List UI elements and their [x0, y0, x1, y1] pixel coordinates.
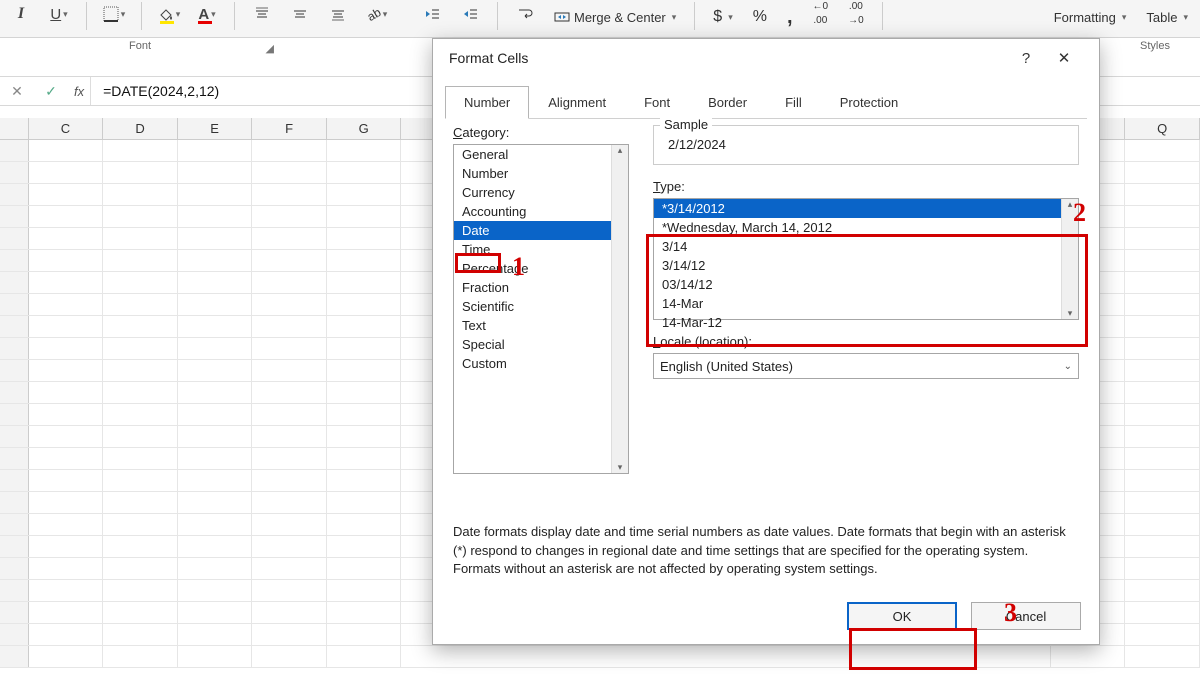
font-group-label: Font	[129, 40, 151, 52]
tab-protection[interactable]: Protection	[821, 86, 918, 119]
percent-button[interactable]: %	[747, 2, 773, 32]
category-item[interactable]: Custom	[454, 354, 628, 373]
align-middle-button[interactable]	[285, 2, 315, 26]
type-item[interactable]: 03/14/12	[654, 275, 1078, 294]
category-item[interactable]: Text	[454, 316, 628, 335]
conditional-formatting-button[interactable]: Formatting▾	[1048, 2, 1133, 32]
scrollbar[interactable]: ▴▾	[611, 145, 628, 473]
tab-font[interactable]: Font	[625, 86, 689, 119]
format-as-table-button[interactable]: Table▾	[1140, 2, 1194, 32]
underline-button[interactable]: U▾	[44, 2, 74, 26]
scroll-up-icon[interactable]: ▴	[1068, 199, 1073, 210]
accounting-format-button[interactable]: $▾	[707, 2, 738, 32]
merge-center-button[interactable]: Merge & Center▾	[548, 2, 682, 32]
category-item[interactable]: Scientific	[454, 297, 628, 316]
border-button[interactable]: ▾	[99, 2, 129, 26]
increase-indent-button[interactable]	[455, 2, 485, 26]
scroll-down-icon[interactable]: ▾	[618, 462, 623, 473]
comma-button[interactable]: ,	[781, 2, 799, 32]
tab-alignment[interactable]: Alignment	[529, 86, 625, 119]
type-item[interactable]: *3/14/2012	[654, 199, 1078, 218]
category-item[interactable]: Accounting	[454, 202, 628, 221]
separator	[141, 2, 142, 30]
sample-frame: Sample 2/12/2024	[653, 125, 1079, 165]
locale-value: English (United States)	[660, 359, 793, 374]
font-color-button[interactable]: A ▾	[192, 2, 222, 26]
decrease-indent-button[interactable]	[417, 2, 447, 26]
type-item[interactable]: *Wednesday, March 14, 2012	[654, 218, 1078, 237]
category-item[interactable]: Number	[454, 164, 628, 183]
align-bottom-button[interactable]	[323, 2, 353, 26]
type-item[interactable]: 14-Mar	[654, 294, 1078, 313]
dialog-footer: OK Cancel	[847, 602, 1081, 630]
merge-label: Merge & Center	[574, 10, 666, 25]
col-header[interactable]: D	[103, 118, 178, 139]
col-header[interactable]: E	[178, 118, 253, 139]
category-item[interactable]: Currency	[454, 183, 628, 202]
help-text: Date formats display date and time seria…	[453, 523, 1079, 578]
col-header[interactable]: C	[29, 118, 104, 139]
tab-fill[interactable]: Fill	[766, 86, 821, 119]
ribbon-strip: I U▾ ▾ ▾ A ▾ ab▾ Merge & Center▾ $▾ % , …	[0, 0, 1200, 38]
dialog-title: Format Cells	[449, 50, 528, 66]
fx-icon[interactable]: fx	[68, 77, 91, 105]
col-header[interactable]: G	[327, 118, 402, 139]
separator	[234, 2, 235, 30]
styles-group-label: Styles	[1140, 40, 1170, 52]
close-button[interactable]: ✕	[1045, 49, 1083, 67]
wrap-text-button[interactable]	[510, 2, 540, 26]
ok-button[interactable]: OK	[847, 602, 957, 630]
tab-border[interactable]: Border	[689, 86, 766, 119]
orientation-button[interactable]: ab▾	[361, 2, 391, 26]
increase-decimal-button[interactable]: ←0.00	[807, 2, 835, 32]
separator	[882, 2, 883, 30]
dialog-body: Category: General Number Currency Accoun…	[453, 125, 1079, 578]
category-label: Category:	[453, 125, 629, 140]
sample-value: 2/12/2024	[664, 137, 1068, 152]
format-cells-dialog: Format Cells ? ✕ Number Alignment Font B…	[432, 38, 1100, 645]
italic-button[interactable]: I	[6, 2, 36, 26]
type-item[interactable]: 3/14/12	[654, 256, 1078, 275]
col-header[interactable]: Q	[1125, 118, 1200, 139]
category-item[interactable]: Time	[454, 240, 628, 259]
category-item[interactable]: Fraction	[454, 278, 628, 297]
dialog-tabs: Number Alignment Font Border Fill Protec…	[445, 85, 1087, 119]
type-label: Type:	[653, 179, 1079, 194]
accept-formula-icon[interactable]: ✓	[34, 83, 68, 100]
chevron-down-icon: ⌄	[1064, 361, 1072, 372]
sample-label: Sample	[660, 117, 712, 132]
svg-text:ab: ab	[365, 6, 381, 22]
select-all-corner[interactable]	[0, 118, 29, 139]
type-item[interactable]: 3/14	[654, 237, 1078, 256]
scroll-down-icon[interactable]: ▾	[1068, 308, 1073, 319]
category-item[interactable]: Percentage	[454, 259, 628, 278]
type-list[interactable]: *3/14/2012 *Wednesday, March 14, 2012 3/…	[653, 198, 1079, 320]
cancel-button[interactable]: Cancel	[971, 602, 1081, 630]
decrease-decimal-button[interactable]: .00→0	[842, 2, 870, 32]
align-top-button[interactable]	[247, 2, 277, 26]
locale-label: Locale (location):	[653, 334, 1079, 349]
type-item[interactable]: 14-Mar-12	[654, 313, 1078, 332]
separator	[694, 2, 695, 30]
category-item-date[interactable]: Date	[454, 221, 628, 240]
dialog-titlebar: Format Cells ? ✕	[433, 39, 1099, 77]
locale-select[interactable]: English (United States) ⌄	[653, 353, 1079, 379]
scrollbar[interactable]: ▴▾	[1061, 199, 1078, 319]
category-item[interactable]: General	[454, 145, 628, 164]
help-button[interactable]: ?	[1007, 50, 1045, 67]
col-header[interactable]: F	[252, 118, 327, 139]
separator	[86, 2, 87, 30]
cancel-formula-icon[interactable]: ✕	[0, 83, 34, 100]
merge-icon	[554, 9, 570, 25]
separator	[497, 2, 498, 30]
fill-color-button[interactable]: ▾	[154, 2, 184, 26]
scroll-up-icon[interactable]: ▴	[618, 145, 623, 156]
font-dialog-launcher-icon[interactable]: ◢	[266, 42, 274, 55]
category-item[interactable]: Special	[454, 335, 628, 354]
category-list[interactable]: General Number Currency Accounting Date …	[453, 144, 629, 474]
tab-number[interactable]: Number	[445, 86, 529, 119]
